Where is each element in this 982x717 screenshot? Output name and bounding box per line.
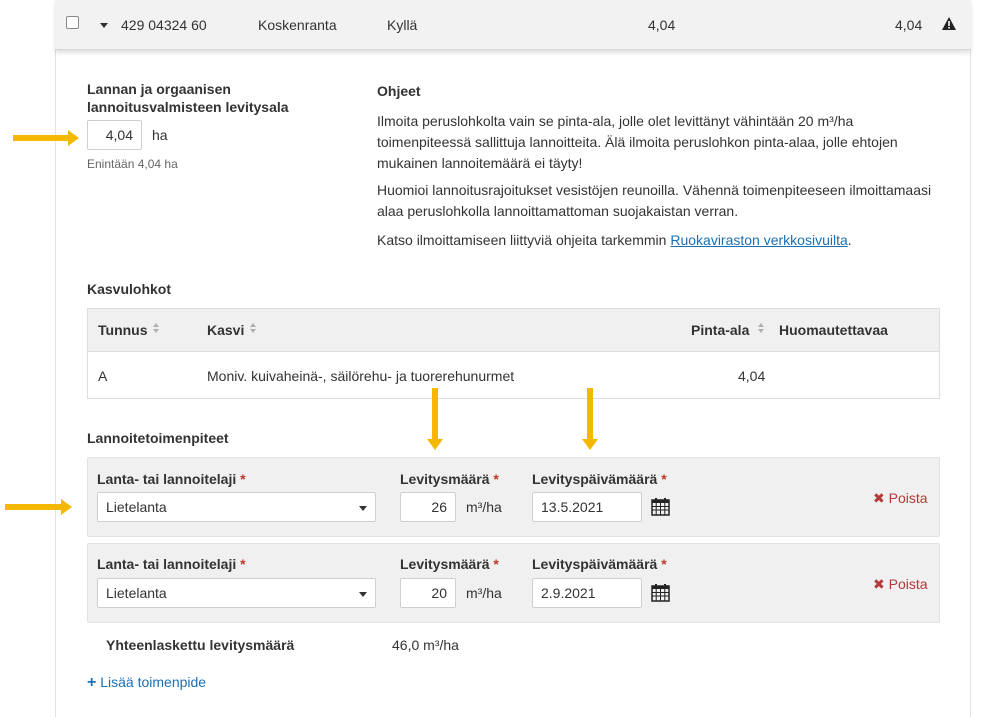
row-select-checkbox[interactable] <box>66 16 79 29</box>
op1-date-label: Levityspäivämäärä * <box>532 471 667 487</box>
kasvulohkot-title: Kasvulohkot <box>87 281 172 297</box>
column-header-huomautettavaa: Huomautettavaa <box>779 322 888 338</box>
sort-tunnus-icon[interactable] <box>153 323 160 334</box>
highlight-arrow-type <box>5 499 72 515</box>
spread-area-hint: Enintään 4,04 ha <box>87 157 178 171</box>
total-value: 46,0 m³/ha <box>392 637 459 653</box>
field-area-b: 4,04 <box>895 17 923 33</box>
add-operation-button[interactable]: + Lisää toimenpide <box>87 674 206 692</box>
op2-remove-label: Poista <box>888 576 928 592</box>
op1-remove-label: Poista <box>888 490 928 506</box>
instructions-paragraph-2: Huomioi lannoitusrajoitukset vesistöjen … <box>377 182 932 219</box>
op1-type-required: * <box>240 471 246 487</box>
op2-type-required: * <box>240 556 246 572</box>
op2-select-chevron-down-icon <box>359 592 367 597</box>
op2-amount-label: Levitysmäärä * <box>400 556 499 572</box>
table-cell-kasvi: Moniv. kuivaheinä-, säilörehu- ja tuorer… <box>207 368 515 384</box>
highlight-arrow-spread-area <box>13 130 79 146</box>
op2-amount-label-text: Levitysmäärä <box>400 556 490 572</box>
instructions-title: Ohjeet <box>377 83 421 99</box>
op1-date-input[interactable]: 13.5.2021 <box>532 492 642 522</box>
field-flag: Kyllä <box>387 17 418 33</box>
op2-type-label: Lanta- tai lannoitelaji * <box>97 556 246 572</box>
op2-calendar-icon[interactable] <box>651 583 670 602</box>
total-label: Yhteenlaskettu levitysmäärä <box>106 637 295 653</box>
highlight-arrow-date <box>582 388 598 450</box>
table-cell-tunnus: A <box>98 368 108 384</box>
op2-amount-required: * <box>493 556 499 572</box>
op1-amount-required: * <box>493 471 499 487</box>
op1-amount-label-text: Levitysmäärä <box>400 471 490 487</box>
plus-icon: + <box>87 674 97 691</box>
spread-area-label: Lannan ja orgaanisen lannoitusvalmisteen… <box>87 81 289 115</box>
table-cell-pinta-ala: 4,04 <box>738 368 766 384</box>
op1-date-label-text: Levityspäivämäärä <box>532 471 658 487</box>
warning-triangle-icon <box>942 17 956 30</box>
column-header-pinta-ala[interactable]: Pinta-ala <box>691 322 749 338</box>
op1-select-chevron-down-icon <box>359 506 367 511</box>
op1-date-required: * <box>661 471 667 487</box>
op1-amount-unit: m³/ha <box>466 499 502 515</box>
spread-area-unit: ha <box>152 127 168 143</box>
sort-pinta-ala-icon[interactable] <box>758 323 765 334</box>
op2-type-value: Lietelanta <box>106 585 167 601</box>
instructions-paragraph-3: Katso ilmoittamiseen liittyviä ohjeita t… <box>377 231 947 249</box>
instructions-paragraph-1: Ilmoita peruslohkolta vain se pinta-ala,… <box>377 113 898 171</box>
op2-remove-x-icon: ✖ <box>873 576 885 592</box>
instructions-p3-suffix: . <box>847 232 852 248</box>
op1-type-label-text: Lanta- tai lannoitelaji <box>97 471 237 487</box>
op1-type-select[interactable]: Lietelanta <box>97 492 376 522</box>
field-name: Koskenranta <box>258 17 337 33</box>
op1-type-value: Lietelanta <box>106 499 167 515</box>
op2-date-input[interactable]: 2.9.2021 <box>532 578 642 608</box>
op1-remove-x-icon: ✖ <box>873 490 885 506</box>
op2-date-label-text: Levityspäivämäärä <box>532 556 658 572</box>
expand-chevron-down-icon[interactable] <box>100 23 108 28</box>
toimenpiteet-title: Lannoitetoimenpiteet <box>87 430 229 446</box>
add-operation-label: Lisää toimenpide <box>100 674 207 690</box>
op1-calendar-icon[interactable] <box>651 497 670 516</box>
op2-type-label-text: Lanta- tai lannoitelaji <box>97 556 237 572</box>
field-code: 429 04324 60 <box>121 17 207 33</box>
spread-area-input[interactable]: 4,04 <box>87 120 142 150</box>
op1-remove-button[interactable]: ✖ Poista <box>873 490 928 507</box>
ruokavirasto-link[interactable]: Ruokaviraston verkkosivuilta <box>670 232 847 248</box>
kasvulohkot-table: Tunnus Kasvi Pinta-ala Huomautettavaa A … <box>87 308 940 399</box>
op1-amount-input[interactable]: 26 <box>400 492 456 522</box>
column-header-tunnus[interactable]: Tunnus <box>98 322 148 338</box>
op2-amount-unit: m³/ha <box>466 585 502 601</box>
op2-amount-input[interactable]: 20 <box>400 578 456 608</box>
op1-type-label: Lanta- tai lannoitelaji * <box>97 471 246 487</box>
op2-date-required: * <box>661 556 667 572</box>
sort-kasvi-icon[interactable] <box>250 323 257 334</box>
instructions-p3-prefix: Katso ilmoittamiseen liittyviä ohjeita t… <box>377 232 671 248</box>
column-header-kasvi[interactable]: Kasvi <box>207 322 244 338</box>
op2-date-label: Levityspäivämäärä * <box>532 556 667 572</box>
op2-type-select[interactable]: Lietelanta <box>97 578 376 608</box>
op1-amount-label: Levitysmäärä * <box>400 471 499 487</box>
op2-remove-button[interactable]: ✖ Poista <box>873 576 928 593</box>
field-area-a: 4,04 <box>648 17 676 33</box>
highlight-arrow-amount <box>427 388 443 450</box>
